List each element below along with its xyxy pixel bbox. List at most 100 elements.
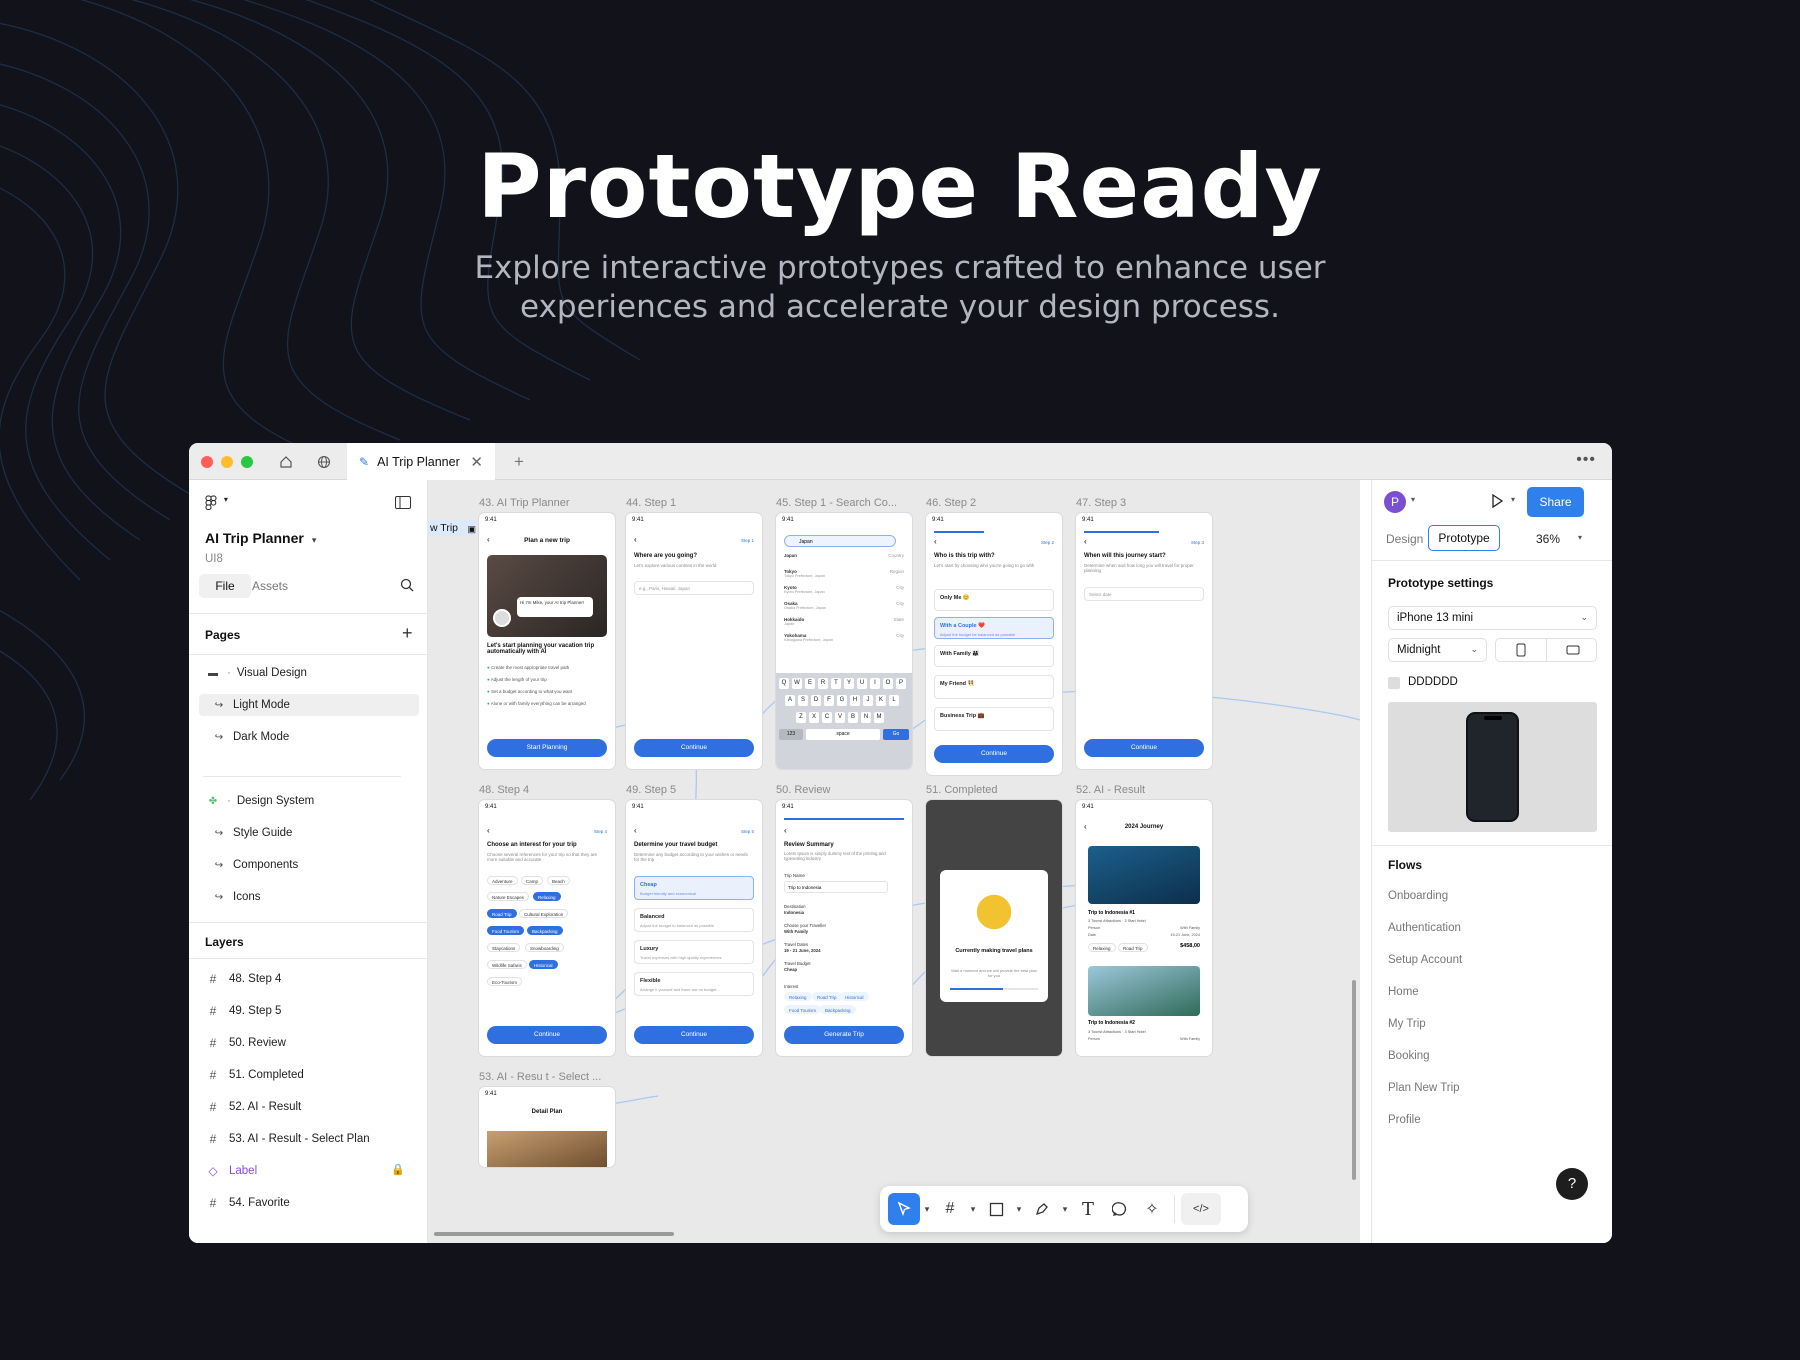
chevron-down-icon[interactable]: ▾ xyxy=(1511,495,1515,504)
frame-label[interactable]: 48. Step 4 xyxy=(479,784,529,796)
keyboard-key[interactable]: C xyxy=(822,712,832,723)
keyboard-key[interactable]: A xyxy=(785,695,795,706)
comment-tool-icon[interactable] xyxy=(1104,1193,1136,1225)
screen-completed[interactable]: Currently making travel plans Wait a mom… xyxy=(926,800,1062,1056)
layer-item[interactable]: #48. Step 4 xyxy=(199,968,419,990)
flow-item[interactable]: Booking xyxy=(1388,1050,1430,1062)
help-button[interactable]: ? xyxy=(1556,1168,1588,1200)
device-select[interactable]: iPhone 13 mini ⌄ xyxy=(1388,606,1597,630)
pen-tool-icon[interactable] xyxy=(1026,1193,1058,1225)
interest-chip[interactable]: Backpacking xyxy=(527,926,563,935)
keyboard-key[interactable]: K xyxy=(876,695,886,706)
option-card[interactable]: With a Couple ❤️ Adjust the budget be bal… xyxy=(934,617,1054,639)
text-tool-icon[interactable]: T xyxy=(1072,1193,1104,1225)
background-hex[interactable]: DDDDDD xyxy=(1408,676,1458,688)
screen-review[interactable]: 9:41 ‹ Review Summary Lorem Ipsum is sim… xyxy=(776,800,912,1056)
budget-card[interactable]: Luxury Travel expenses with high quality … xyxy=(634,940,754,964)
screen-select-plan[interactable]: 9:41 Detail Plan xyxy=(479,1087,615,1167)
avatar[interactable]: P xyxy=(1384,491,1406,513)
budget-card[interactable]: Balanced Adjust the budget to balanced as… xyxy=(634,908,754,932)
more-options-icon[interactable]: ••• xyxy=(1576,451,1596,469)
start-planning-button[interactable]: Start Planning xyxy=(487,739,607,757)
search-field[interactable]: Japan xyxy=(784,535,896,547)
frame-label[interactable]: 45. Step 1 - Search Co... xyxy=(776,497,897,509)
continue-button[interactable]: Continue xyxy=(1084,739,1204,757)
keyboard-key[interactable]: I xyxy=(870,678,880,689)
tab-design[interactable]: Design xyxy=(1386,532,1423,546)
present-icon[interactable] xyxy=(1489,493,1505,514)
portrait-icon[interactable] xyxy=(1496,639,1547,661)
frame-label[interactable]: 47. Step 3 xyxy=(1076,497,1126,509)
screen-step-1[interactable]: 9:41 ‹ Step 1 Where are you going? Let's… xyxy=(626,513,762,769)
interest-chip[interactable]: Cultural Exploration xyxy=(519,909,569,918)
screen-ai-trip-planner[interactable]: 9:41 ‹ Plan a new trip Hi I'm Mike, your… xyxy=(479,513,615,769)
keyboard-key[interactable]: V xyxy=(835,712,845,723)
budget-card[interactable]: Cheap Budget friendly and economical xyxy=(634,876,754,900)
vertical-scrollbar[interactable] xyxy=(1352,980,1356,1180)
page-light-mode[interactable]: ↪ Light Mode xyxy=(199,694,419,716)
landscape-icon[interactable] xyxy=(1547,639,1598,661)
design-canvas[interactable]: w Trip ▣ 43. AI Trip Planner 44. Step 1 … xyxy=(428,480,1360,1243)
keyboard-key[interactable]: Y xyxy=(844,678,854,689)
screen-step-1-search[interactable]: 9:41 Japan Japan Country Tokyo Region Tokyo… xyxy=(776,513,912,769)
ai-actions-icon[interactable]: ✧ xyxy=(1136,1193,1168,1225)
chevron-down-icon[interactable]: ▾ xyxy=(1578,533,1582,542)
chevron-down-icon[interactable]: ▾ xyxy=(966,1204,980,1215)
continue-button[interactable]: Continue xyxy=(634,739,754,757)
close-tab-icon[interactable]: ✕ xyxy=(470,453,483,471)
file-name[interactable]: AI Trip Planner ▾ xyxy=(205,530,316,546)
keyboard-key[interactable]: H xyxy=(850,695,860,706)
layer-item[interactable]: #51. Completed xyxy=(199,1064,419,1086)
screen-step-4[interactable]: 9:41 ‹ Step 4 Choose an interest for you… xyxy=(479,800,615,1056)
frame-label[interactable]: 44. Step 1 xyxy=(626,497,676,509)
keyboard-key[interactable]: W xyxy=(792,678,802,689)
page-design-system[interactable]: ✤ · Design System xyxy=(199,790,419,812)
toggle-sidebar-icon[interactable] xyxy=(395,496,411,514)
search-icon[interactable] xyxy=(400,578,414,597)
color-select[interactable]: Midnight ⌄ xyxy=(1388,638,1487,662)
keyboard-key[interactable]: E xyxy=(805,678,815,689)
layer-item-label[interactable]: ◇ Label 🔒 xyxy=(199,1160,419,1182)
flow-item[interactable]: Home xyxy=(1388,986,1419,998)
destination-input[interactable]: e.g., Paris, Hawaii, Japan xyxy=(634,581,754,595)
interest-chip[interactable]: Adventure xyxy=(487,876,518,885)
flow-item[interactable]: Setup Account xyxy=(1388,954,1462,966)
new-tab-button[interactable]: + xyxy=(502,449,536,475)
numbers-key[interactable]: 123 xyxy=(779,729,803,740)
option-card[interactable]: Only Me 😊 xyxy=(934,589,1054,611)
continue-button[interactable]: Continue xyxy=(487,1026,607,1044)
tab-prototype[interactable]: Prototype xyxy=(1428,525,1500,551)
keyboard[interactable]: Q W E R T Y U I O P A S D F G H J K L Z X C V B N M 123 space Go xyxy=(776,673,912,769)
interest-chip[interactable]: Historical xyxy=(529,960,558,969)
interest-chip[interactable]: Wildlife Safaris xyxy=(487,960,527,969)
option-card[interactable]: With Family 👨‍👩‍👧 xyxy=(934,645,1054,667)
page-visual-design[interactable]: ▬ · Visual Design xyxy=(199,662,419,684)
continue-button[interactable]: Continue xyxy=(634,1026,754,1044)
layer-item[interactable]: #49. Step 5 xyxy=(199,1000,419,1022)
screen-step-3[interactable]: 9:41 ‹ Step 3 When will this journey sta… xyxy=(1076,513,1212,769)
keyboard-key[interactable]: M xyxy=(874,712,884,723)
interest-chip[interactable]: Food Tourism xyxy=(487,926,525,935)
chevron-down-icon[interactable]: ▾ xyxy=(920,1204,934,1215)
frame-label[interactable]: 46. Step 2 xyxy=(926,497,976,509)
screen-ai-result[interactable]: 9:41 ‹ 2024 Journey Trip to Indonesia #1… xyxy=(1076,800,1212,1056)
zoom-level[interactable]: 36% xyxy=(1536,532,1560,546)
keyboard-key[interactable]: J xyxy=(863,695,873,706)
flow-item[interactable]: Profile xyxy=(1388,1114,1421,1126)
frame-label[interactable]: 43. AI Trip Planner xyxy=(479,497,570,509)
keyboard-key[interactable]: F xyxy=(824,695,834,706)
layer-item[interactable]: #52. AI - Result xyxy=(199,1096,419,1118)
date-input[interactable]: Select date xyxy=(1084,587,1204,601)
keyboard-key[interactable]: N xyxy=(861,712,871,723)
keyboard-key[interactable]: Z xyxy=(796,712,806,723)
maximize-window-button[interactable] xyxy=(241,456,253,468)
option-card[interactable]: My Friend 👯 xyxy=(934,675,1054,699)
keyboard-key[interactable]: B xyxy=(848,712,858,723)
interest-chip[interactable]: Eco-Tourism xyxy=(487,977,523,986)
move-tool-icon[interactable] xyxy=(888,1193,920,1225)
frame-label[interactable]: 51. Completed xyxy=(926,784,998,796)
generate-trip-button[interactable]: Generate Trip xyxy=(784,1026,904,1044)
flow-item[interactable]: My Trip xyxy=(1388,1018,1426,1030)
page-components[interactable]: ↪ Components xyxy=(199,854,419,876)
keyboard-key[interactable]: R xyxy=(818,678,828,689)
